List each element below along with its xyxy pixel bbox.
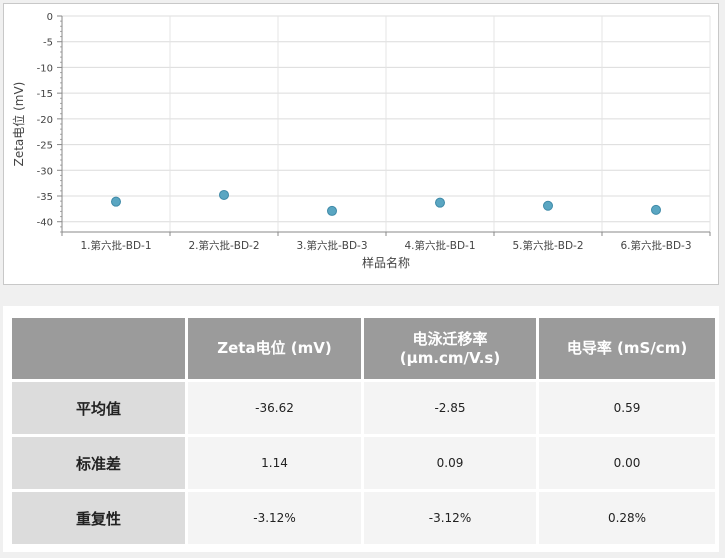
- data-point: [111, 196, 121, 207]
- header-cell-empty: [12, 318, 185, 379]
- table-cell: -2.85: [364, 382, 536, 434]
- x-tick-label: 3.第六批-BD-3: [296, 239, 367, 252]
- y-tick-label: -35: [37, 192, 53, 203]
- data-point: [219, 189, 229, 200]
- table-cell: -3.12%: [364, 492, 536, 544]
- data-point: [435, 197, 445, 208]
- y-tick-label: 0: [47, 12, 53, 23]
- chart-panel: 0 -5 -10 -15 -20 -25 -30 -35 -40 1.第六批-BD-1 2.第六批-…: [3, 3, 719, 285]
- stats-table: Zeta电位 (mV) 电泳迁移率 (µm.cm/V.s) 电导率 (mS/cm)…: [9, 315, 718, 547]
- y-tick-label: -15: [37, 89, 53, 100]
- header-cell-zeta: Zeta电位 (mV): [188, 318, 361, 379]
- table-cell: -3.12%: [188, 492, 361, 544]
- stats-panel: Zeta电位 (mV) 电泳迁移率 (µm.cm/V.s) 电导率 (mS/cm)…: [3, 306, 719, 552]
- y-tick-label: -20: [37, 115, 53, 126]
- row-label-stddev: 标准差: [12, 437, 185, 489]
- y-tick-label: -40: [37, 218, 53, 229]
- stats-header-row: Zeta电位 (mV) 电泳迁移率 (µm.cm/V.s) 电导率 (mS/cm): [12, 318, 715, 379]
- y-tick-label: -10: [37, 63, 53, 74]
- x-tick-label: 4.第六批-BD-1: [404, 239, 475, 252]
- table-row: 标准差 1.14 0.09 0.00: [12, 437, 715, 489]
- table-cell: 0.09: [364, 437, 536, 489]
- data-point: [651, 204, 661, 215]
- x-tick-label: 5.第六批-BD-2: [512, 239, 583, 252]
- y-tick-label: -25: [37, 141, 53, 152]
- table-cell: 0.00: [539, 437, 715, 489]
- header-line: (µm.cm/V.s): [399, 348, 501, 367]
- x-tick-label: 2.第六批-BD-2: [188, 239, 259, 252]
- table-cell: 0.28%: [539, 492, 715, 544]
- header-line: 电泳迁移率: [412, 329, 488, 348]
- row-label-mean: 平均值: [12, 382, 185, 434]
- x-axis-title: 样品名称: [362, 255, 410, 270]
- x-tick-label: 6.第六批-BD-3: [620, 239, 691, 252]
- table-cell: -36.62: [188, 382, 361, 434]
- data-point: [327, 205, 337, 216]
- header-cell-conductivity: 电导率 (mS/cm): [539, 318, 715, 379]
- y-tick-label: -30: [37, 166, 53, 177]
- row-label-repeatability: 重复性: [12, 492, 185, 544]
- table-row: 平均值 -36.62 -2.85 0.59: [12, 382, 715, 434]
- table-cell: 1.14: [188, 437, 361, 489]
- y-axis-title: Zeta电位 (mV): [11, 82, 26, 167]
- header-cell-mobility: 电泳迁移率 (µm.cm/V.s): [364, 318, 536, 379]
- table-row: 重复性 -3.12% -3.12% 0.28%: [12, 492, 715, 544]
- x-tick-label: 1.第六批-BD-1: [80, 239, 151, 252]
- data-point: [543, 200, 553, 211]
- table-cell: 0.59: [539, 382, 715, 434]
- y-tick-label: -5: [43, 38, 53, 49]
- zeta-scatter-chart: 0 -5 -10 -15 -20 -25 -30 -35 -40 1.第六批-BD-1 2.第六批-…: [11, 12, 711, 270]
